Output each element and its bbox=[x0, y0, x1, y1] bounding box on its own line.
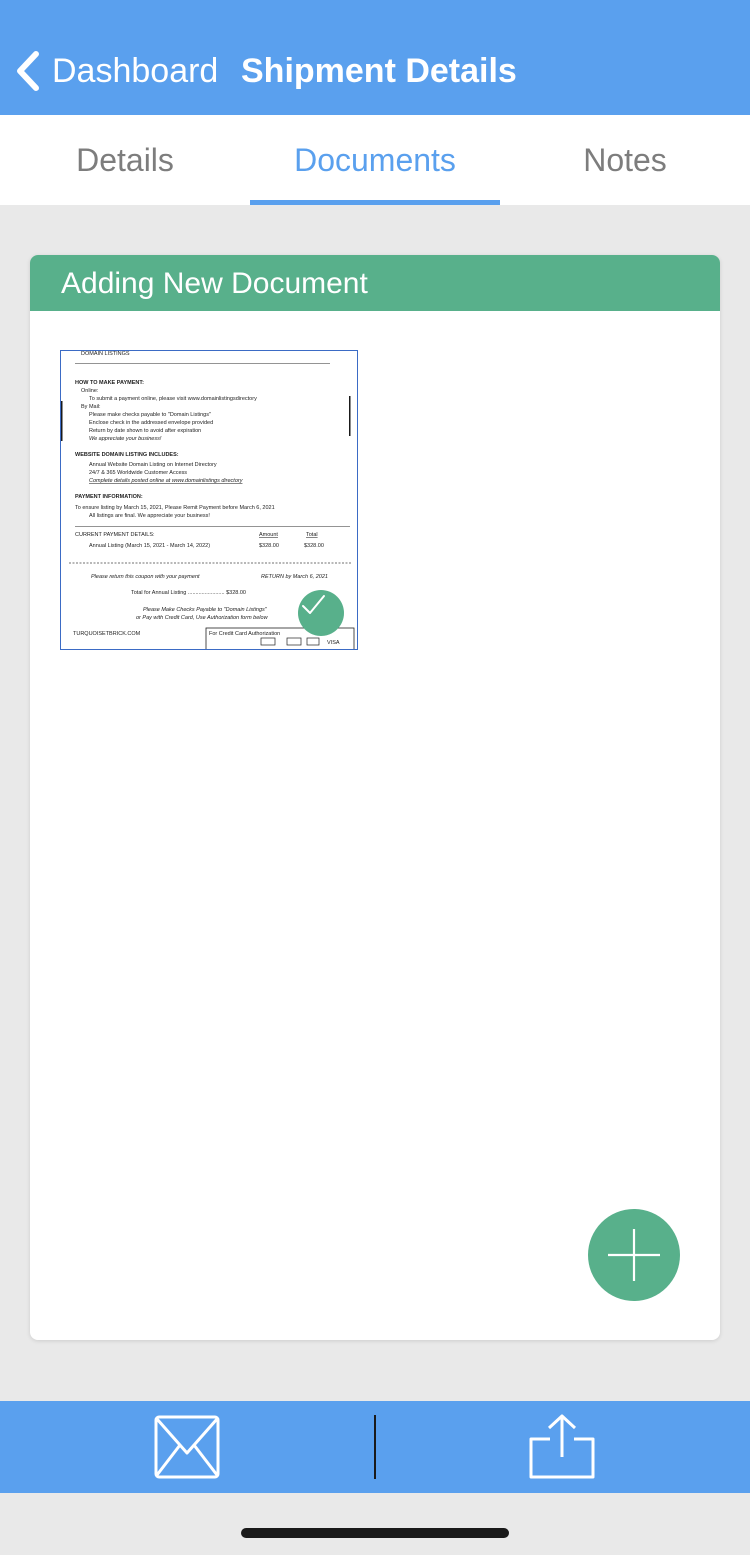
add-document-button[interactable] bbox=[588, 1209, 680, 1301]
document-thumbnail[interactable]: DOMAIN LISTINGS HOW TO MAKE PAYMENT: Onl… bbox=[60, 350, 358, 650]
doc-text: All listings are final. We appreciate yo… bbox=[89, 513, 210, 519]
bottom-toolbar bbox=[0, 1401, 750, 1493]
back-label: Dashboard bbox=[52, 51, 219, 90]
doc-text: Online: bbox=[81, 388, 99, 394]
share-icon bbox=[529, 1414, 595, 1479]
doc-text: Annual Listing (March 15, 2021 - March 1… bbox=[89, 543, 210, 549]
tab-details[interactable]: Details bbox=[0, 115, 250, 205]
doc-text: PAYMENT INFORMATION: bbox=[75, 494, 143, 500]
tab-notes[interactable]: Notes bbox=[500, 115, 750, 205]
doc-text: Total bbox=[306, 532, 318, 538]
tab-bar: Details Documents Notes bbox=[0, 115, 750, 205]
document-card: Adding New Document DOMAIN LISTINGS HOW … bbox=[30, 255, 720, 1340]
doc-text: HOW TO MAKE PAYMENT: bbox=[75, 380, 144, 386]
doc-text: By Mail: bbox=[81, 404, 101, 410]
doc-text: To ensure listing by March 15, 2021, Ple… bbox=[75, 505, 275, 511]
page-title: Shipment Details bbox=[241, 52, 517, 90]
navigation-bar: Dashboard Shipment Details bbox=[0, 0, 750, 115]
mail-button[interactable] bbox=[154, 1415, 220, 1479]
checkmark-icon bbox=[298, 590, 344, 636]
mail-icon bbox=[154, 1415, 220, 1479]
doc-text: $328.00 bbox=[304, 543, 324, 549]
doc-text: Annual Website Domain Listing on Interne… bbox=[89, 462, 217, 468]
doc-text: or Pay with Credit Card, Use Authorizati… bbox=[136, 615, 269, 621]
chevron-left-icon bbox=[17, 51, 39, 91]
tab-documents[interactable]: Documents bbox=[250, 115, 500, 205]
doc-text: For Credit Card Authorization bbox=[209, 631, 280, 637]
doc-text: VISA bbox=[327, 640, 340, 646]
doc-text: Please make checks payable to "Domain Li… bbox=[89, 412, 211, 418]
card-title: Adding New Document bbox=[30, 255, 720, 311]
doc-text: Amount bbox=[259, 532, 278, 538]
doc-text: RETURN by March 6, 2021 bbox=[261, 574, 328, 580]
doc-text: Please Make Checks Payable to "Domain Li… bbox=[143, 607, 268, 613]
toolbar-divider bbox=[374, 1415, 376, 1479]
doc-text: 24/7 & 365 Worldwide Customer Access bbox=[89, 470, 187, 476]
home-indicator bbox=[241, 1528, 509, 1538]
doc-text: We appreciate your business! bbox=[89, 436, 162, 442]
doc-text: Total for Annual Listing ...............… bbox=[131, 590, 246, 596]
doc-text: Return by date shown to avoid after expi… bbox=[89, 428, 201, 434]
doc-text: TURQUOISETBRICK.COM bbox=[73, 631, 141, 637]
plus-icon bbox=[608, 1229, 660, 1281]
doc-text: To submit a payment online, please visit… bbox=[89, 396, 257, 402]
share-button[interactable] bbox=[528, 1413, 596, 1481]
doc-text: Enclose check in the addressed envelope … bbox=[89, 420, 213, 426]
doc-text: WEBSITE DOMAIN LISTING INCLUDES: bbox=[75, 452, 179, 458]
doc-text: $328.00 bbox=[259, 543, 279, 549]
back-button[interactable]: Dashboard bbox=[14, 48, 218, 94]
doc-text: CURRENT PAYMENT DETAILS: bbox=[75, 532, 155, 538]
doc-text: Complete details posted online at www.do… bbox=[89, 478, 244, 484]
doc-text: DOMAIN LISTINGS bbox=[81, 351, 130, 357]
doc-text: Please return this coupon with your paym… bbox=[91, 574, 200, 580]
